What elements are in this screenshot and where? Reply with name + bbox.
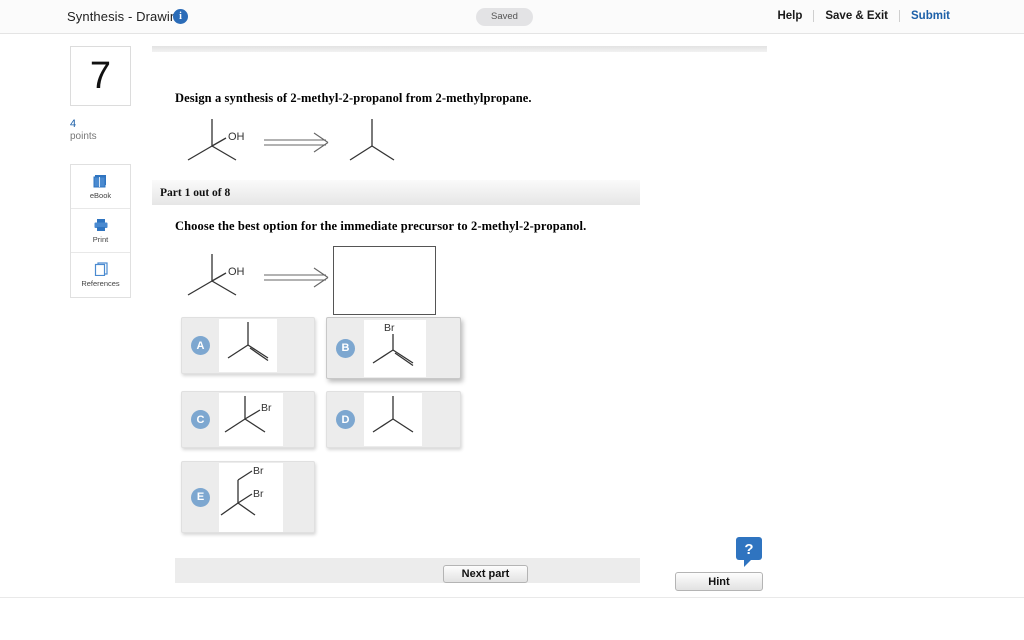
question-number: 7: [70, 46, 131, 106]
print-label: Print: [92, 234, 109, 244]
status-badge: Saved: [476, 8, 533, 26]
book-icon: [93, 174, 108, 188]
ebook-label: eBook: [89, 190, 112, 200]
references-label: References: [81, 279, 120, 288]
next-part-button[interactable]: Next part: [443, 565, 528, 583]
svg-text:?: ?: [744, 541, 753, 558]
option-card-c[interactable]: C Br: [181, 391, 315, 448]
option-letter-b: B: [336, 338, 355, 358]
svg-text:OH: OH: [228, 266, 245, 278]
option-structure-b: Br: [364, 319, 426, 377]
option-structure-d: [364, 393, 422, 446]
copy-icon: [93, 262, 108, 276]
top-bar-actions: Help Save & Exit Submit: [766, 10, 950, 22]
option-letter-a: A: [191, 336, 210, 355]
option-e-label-2: Br: [253, 488, 264, 500]
next-part-strip: [175, 558, 640, 583]
option-b-label: Br: [384, 322, 395, 334]
question-content: Design a synthesis of 2-methyl-2-propano…: [152, 46, 767, 330]
structure-tert-butanol: OH: [187, 119, 395, 161]
answer-drop-box[interactable]: [333, 246, 436, 315]
hint-button[interactable]: Hint: [675, 572, 763, 591]
option-e-label-1: Br: [253, 465, 264, 477]
option-letter-d: D: [336, 410, 355, 429]
option-structure-c: Br: [219, 393, 283, 446]
footer-bar: Mc Graw Hill Prev 7 of 8 Next: [0, 597, 1024, 640]
references-button[interactable]: References: [71, 253, 130, 297]
content-top-bar: [152, 46, 767, 52]
option-c-label: Br: [261, 402, 272, 414]
option-structure-a: [219, 319, 277, 372]
points-label: points: [70, 131, 97, 142]
tool-panel: eBook Print References: [70, 164, 131, 298]
option-card-e[interactable]: E Br Br: [181, 461, 315, 533]
structure-tert-butanol-2: OH: [187, 254, 329, 296]
ebook-button[interactable]: eBook: [71, 165, 130, 209]
info-icon[interactable]: i: [173, 9, 188, 24]
printer-icon: [93, 218, 109, 232]
top-bar: Synthesis - Drawing i Saved Help Save & …: [0, 0, 1024, 34]
help-link[interactable]: Help: [766, 10, 813, 22]
option-card-a[interactable]: A: [181, 317, 315, 374]
option-card-d[interactable]: D: [326, 391, 461, 448]
part-banner: Part 1 out of 8: [152, 180, 640, 205]
page-title: Synthesis - Drawing: [67, 9, 185, 24]
option-structure-e: Br Br: [219, 462, 283, 532]
main-prompt: Design a synthesis of 2-methyl-2-propano…: [175, 91, 532, 105]
application-root: Synthesis - Drawing i Saved Help Save & …: [0, 0, 1024, 640]
question-mark-bubble-icon[interactable]: ?: [735, 536, 763, 573]
reaction-scheme-1: OH: [152, 116, 767, 174]
option-letter-c: C: [191, 410, 210, 429]
save-exit-link[interactable]: Save & Exit: [813, 10, 899, 22]
option-card-b[interactable]: B Br: [326, 317, 461, 379]
svg-text:OH: OH: [228, 131, 245, 143]
left-rail: 7 4 points eBook Print References: [70, 46, 131, 298]
print-button[interactable]: Print: [71, 209, 130, 253]
submit-link[interactable]: Submit: [899, 10, 950, 22]
option-letter-e: E: [191, 487, 210, 507]
points-value: 4: [70, 118, 77, 130]
sub-prompt: Choose the best option for the immediate…: [175, 219, 587, 233]
